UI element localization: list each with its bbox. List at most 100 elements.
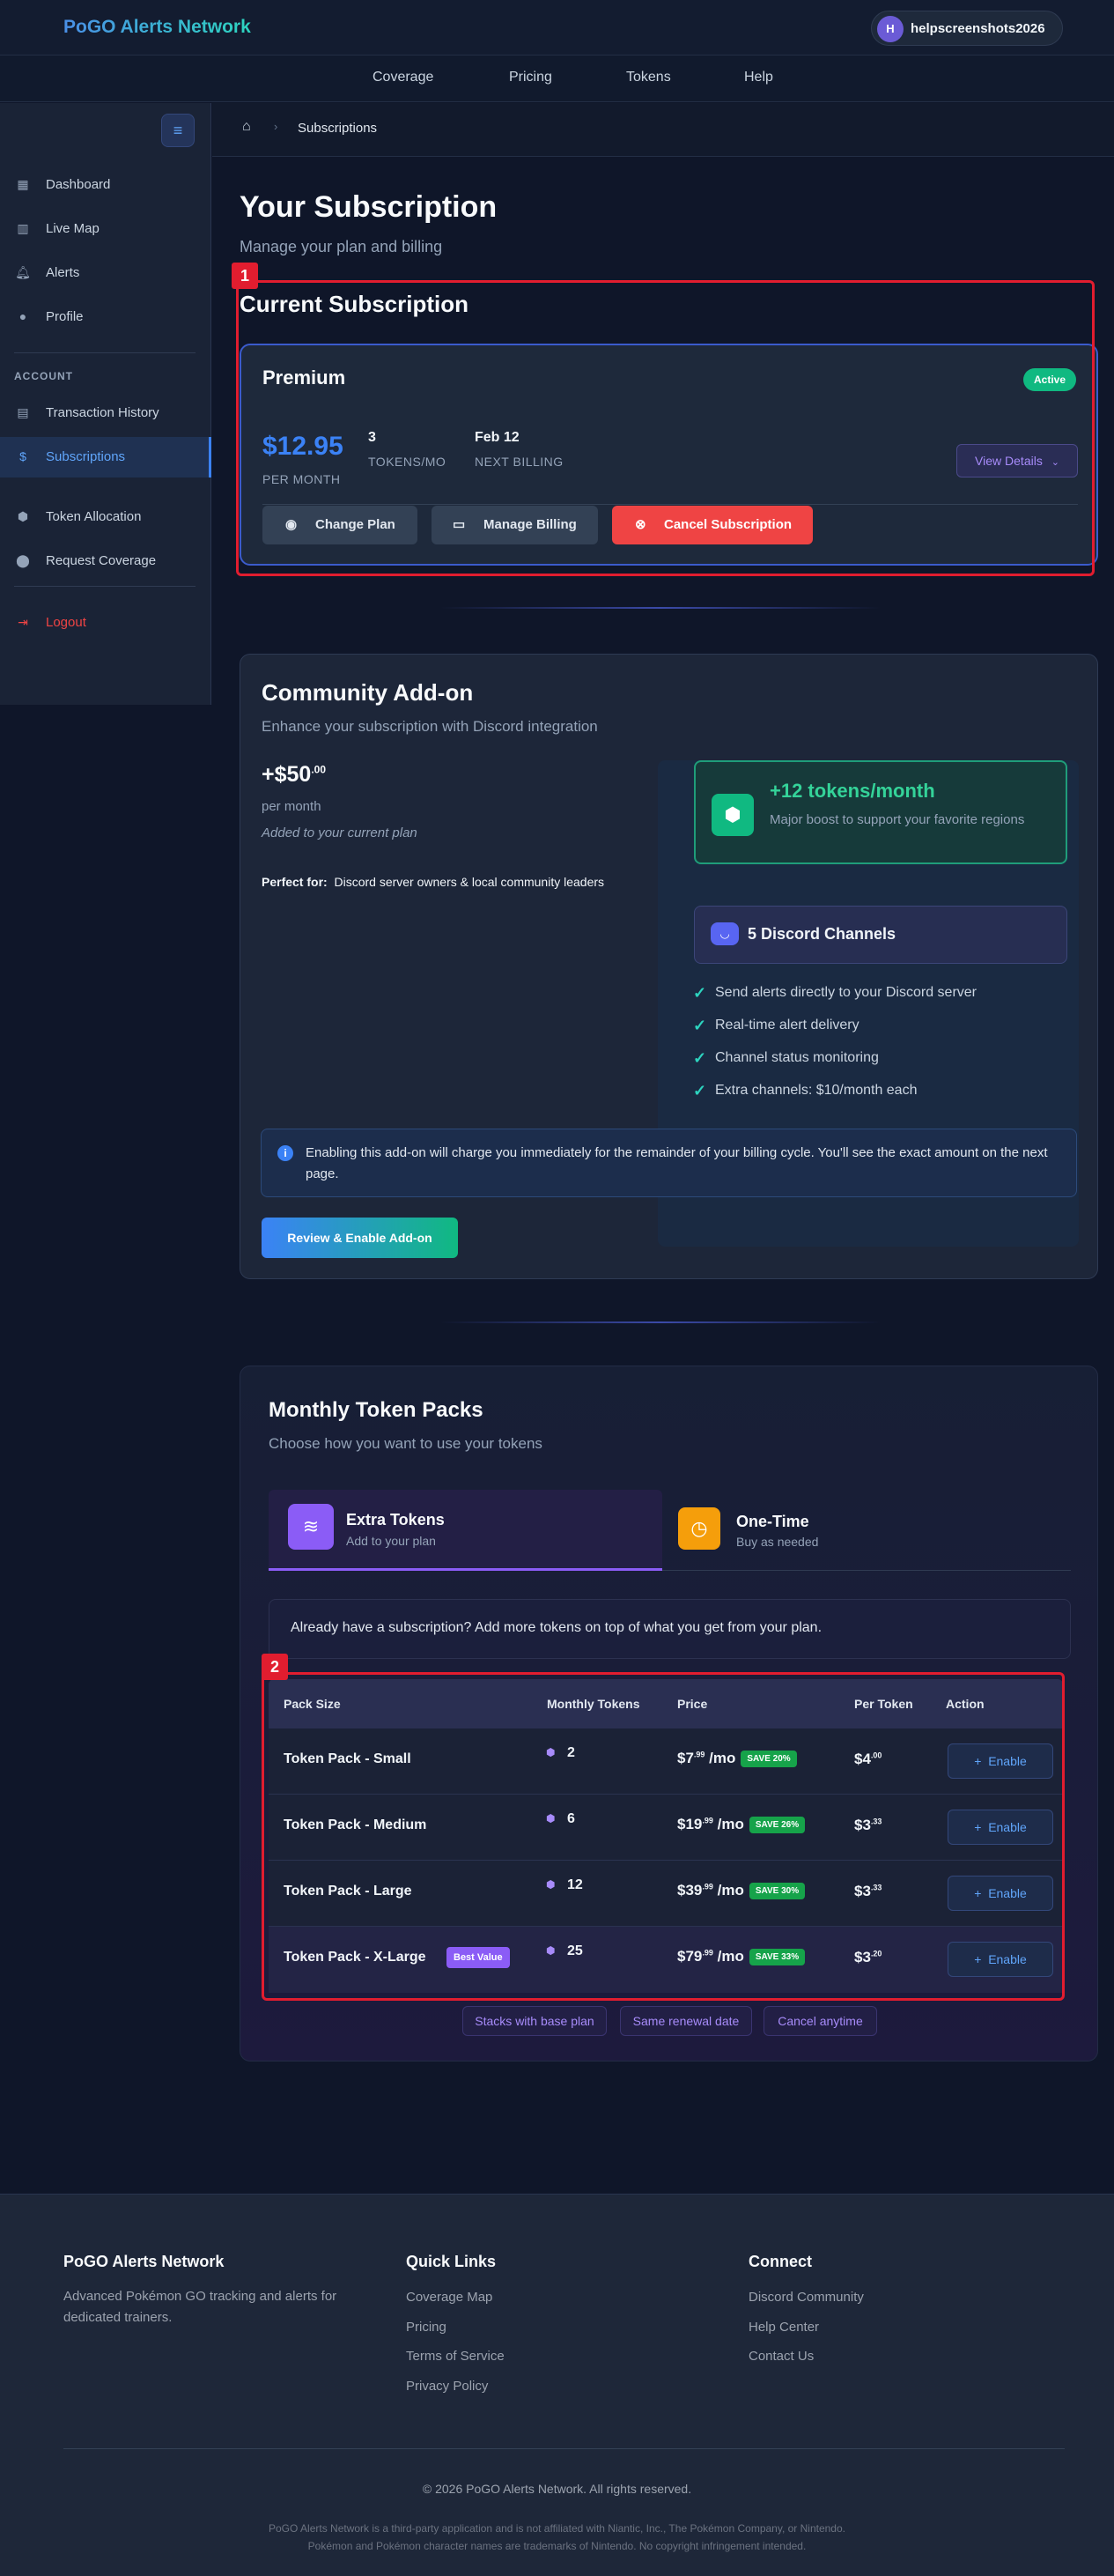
sidebar-divider [14,586,196,587]
footer-divider [63,2448,1065,2449]
section-divider [440,1321,881,1323]
addon-perfect-for: Perfect for: Discord server owners & loc… [262,875,604,889]
sidebar-item-token-allocation[interactable]: ⬢ Token Allocation [0,497,211,537]
discord-icon: ◡ [711,922,739,945]
footer-link-pricing[interactable]: Pricing [406,2320,446,2335]
tab-extra-subtitle: Add to your plan [346,1534,436,1548]
logout-icon: ⇥ [18,615,28,629]
footer-link-discord[interactable]: Discord Community [749,2290,864,2305]
user-icon: ● [18,309,27,323]
tab-extra-tokens[interactable]: ≋ Extra Tokens Add to your plan [269,1490,662,1571]
nav-help[interactable]: Help [744,70,773,85]
footer-link-privacy[interactable]: Privacy Policy [406,2379,488,2394]
sidebar-item-label: Logout [46,615,86,630]
username: helpscreenshots2026 [911,21,1045,36]
check-icon: ✓ [693,1082,707,1099]
menu-icon: ≡ [173,122,183,139]
sidebar-item-transaction-history[interactable]: ▤ Transaction History [0,393,211,433]
footer-link-help-center[interactable]: Help Center [749,2320,819,2335]
sidebar: ≡ ▦ Dashboard ▥ Live Map 🔔︎ Alerts ● Pro… [0,103,211,705]
token-packs-info: Already have a subscription? Add more to… [269,1599,1071,1659]
footer-disclaimer: Pokémon and Pokémon character names are … [307,2540,807,2552]
info-icon: i [277,1145,293,1161]
addon-feature: Send alerts directly to your Discord ser… [715,985,977,1000]
footer: PoGO Alerts Network Advanced Pokémon GO … [0,2194,1114,2576]
user-menu[interactable]: H helpscreenshots2026 [871,11,1063,46]
sidebar-item-label: Live Map [46,221,100,236]
dashboard-icon: ▦ [17,177,29,191]
main-nav: Coverage Pricing Tokens Help [0,56,1114,102]
addon-price-cents: .00 [311,763,326,776]
brand-logo[interactable]: PoGO Alerts Network [63,17,251,38]
boost-title: +12 tokens/month [770,780,935,802]
annotation-tag-1: 1 [232,263,258,289]
addon-notice: i Enabling this add-on will charge you i… [261,1129,1077,1197]
sidebar-item-request-coverage[interactable]: ⬤ Request Coverage [0,541,211,581]
discord-channels-title: 5 Discord Channels [748,925,896,943]
footer-link-terms[interactable]: Terms of Service [406,2349,505,2364]
footer-link-coverage-map[interactable]: Coverage Map [406,2290,492,2305]
sidebar-section-account: ACCOUNT [14,370,73,382]
map-icon: ▥ [17,221,29,235]
tab-extra-title: Extra Tokens [346,1511,445,1529]
review-enable-addon-button[interactable]: Review & Enable Add-on [262,1218,458,1258]
bell-icon: 🔔︎ [15,265,31,279]
sidebar-toggle-button[interactable]: ≡ [161,114,195,147]
sidebar-item-subscriptions[interactable]: $ Subscriptions [0,437,211,477]
nav-tokens[interactable]: Tokens [626,70,671,85]
clock-icon: ◷ [678,1507,720,1550]
boost-description: Major boost to support your favorite reg… [770,812,1025,827]
token-packs-info-text: Already have a subscription? Add more to… [291,1620,823,1635]
addon-price: +$50.00 [262,762,326,788]
footer-copyright: © 2026 PoGO Alerts Network. All rights r… [422,2482,692,2496]
section-divider [440,607,881,609]
shield-icon: ⬢ [17,509,29,523]
sidebar-divider [14,352,196,353]
top-bar: PoGO Alerts Network H helpscreenshots202… [0,0,1114,56]
quick-links-title: Quick Links [406,2253,497,2270]
token-packs-title: Monthly Token Packs [269,1398,483,1422]
dollar-icon: $ [19,449,26,463]
feature-pill: Same renewal date [620,2006,752,2036]
nav-coverage[interactable]: Coverage [373,70,433,85]
connect-title: Connect [749,2253,812,2270]
sidebar-item-label: Token Allocation [46,509,142,524]
breadcrumb: ⌂ › Subscriptions [212,103,1114,157]
footer-about: Advanced Pokémon GO tracking and alerts … [63,2289,337,2325]
tab-one-time[interactable]: ◷ One-Time Buy as needed [662,1490,1071,1571]
addon-added-note: Added to your current plan [262,825,417,840]
sidebar-item-logout[interactable]: ⇥ Logout [0,603,211,643]
check-icon: ✓ [693,984,707,1002]
discord-channels-box: ◡ 5 Discord Channels [694,906,1067,964]
sidebar-item-dashboard[interactable]: ▦ Dashboard [0,165,211,205]
sidebar-item-profile[interactable]: ● Profile [0,297,211,337]
annotation-box-2 [262,1672,1065,2001]
check-icon: ✓ [693,1017,707,1034]
token-boost-box: ⬢ +12 tokens/month Major boost to suppor… [694,760,1067,864]
sidebar-item-label: Transaction History [46,405,159,420]
addon-subtitle: Enhance your subscription with Discord i… [262,718,598,735]
sidebar-item-label: Profile [46,309,84,324]
sidebar-item-alerts[interactable]: 🔔︎ Alerts [0,253,211,293]
receipt-icon: ▤ [17,405,29,419]
map-pin-icon: ⬤ [16,553,30,567]
avatar: H [877,16,904,42]
addon-per-month: per month [262,799,321,814]
sidebar-item-label: Subscriptions [46,449,126,464]
sidebar-item-label: Alerts [46,265,80,280]
addon-title: Community Add-on [262,679,474,706]
feature-pill: Cancel anytime [764,2006,877,2036]
layers-icon: ≋ [288,1504,334,1550]
footer-disclaimer: PoGO Alerts Network is a third-party app… [269,2522,845,2535]
home-icon[interactable]: ⌂ [242,119,251,135]
footer-link-contact[interactable]: Contact Us [749,2349,814,2364]
nav-pricing[interactable]: Pricing [509,70,552,85]
sidebar-item-live-map[interactable]: ▥ Live Map [0,209,211,249]
shield-icon: ⬢ [712,794,754,836]
check-icon: ✓ [693,1049,707,1067]
breadcrumb-current: Subscriptions [298,121,378,136]
addon-notice-text: Enabling this add-on will charge you imm… [306,1145,1048,1181]
footer-brand: PoGO Alerts Network [63,2253,225,2270]
feature-pill: Stacks with base plan [462,2006,607,2036]
sidebar-item-label: Dashboard [46,177,111,192]
